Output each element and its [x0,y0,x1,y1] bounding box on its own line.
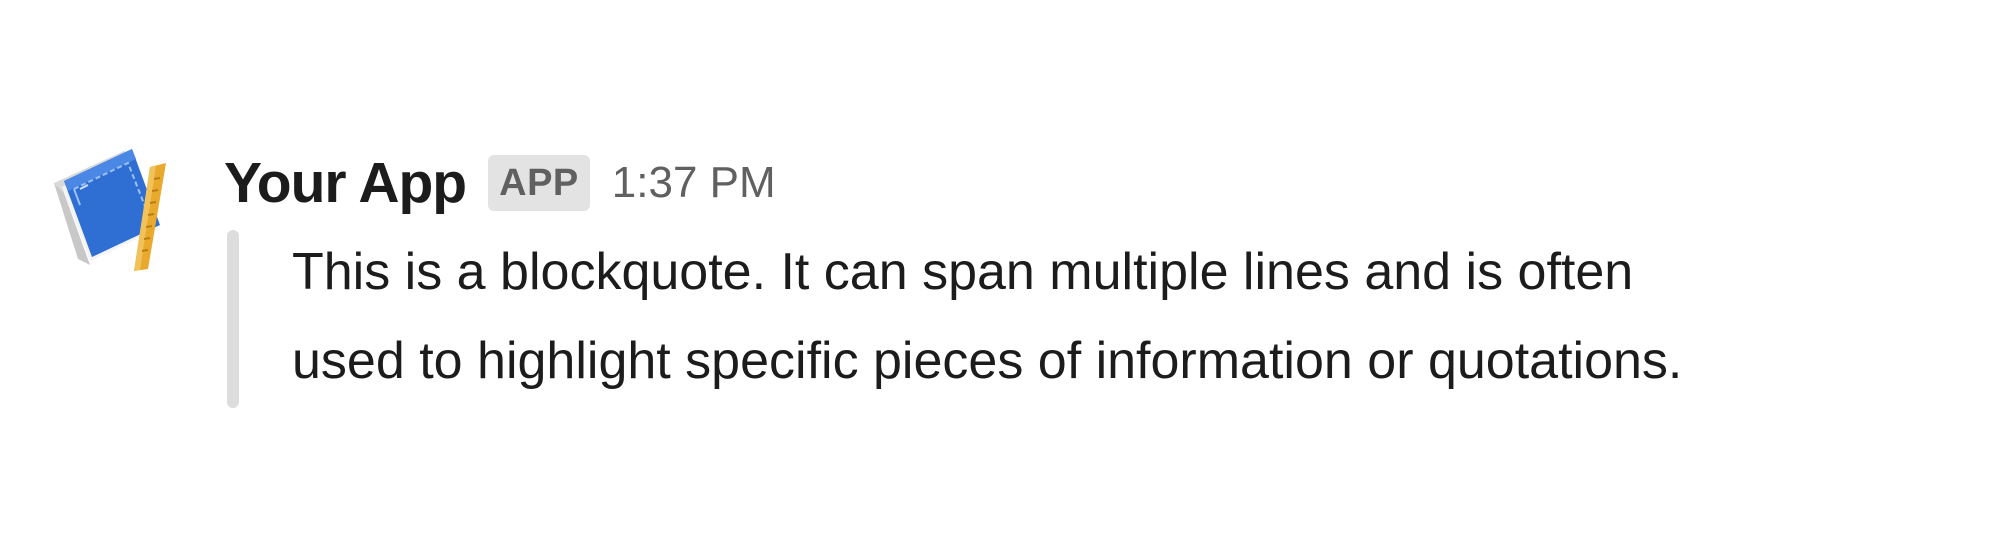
timestamp[interactable]: 1:37 PM [612,158,776,208]
message-header: Your App APP 1:37 PM [224,148,1964,218]
message-content: Your App APP 1:37 PM This is a blockquot… [224,148,1964,408]
avatar[interactable] [50,145,186,275]
app-badge: APP [488,155,590,211]
blueprint-book-icon [54,149,166,271]
blockquote-line: This is a blockquote. It can span multip… [292,243,1634,301]
message: Your App APP 1:37 PM This is a blockquot… [0,0,2000,559]
blockquote-text: This is a blockquote. It can span multip… [292,228,1964,406]
blockquote: This is a blockquote. It can span multip… [224,228,1964,408]
blockquote-line: used to highlight specific pieces of inf… [292,332,1683,390]
blockquote-bar [227,230,239,408]
sender-name[interactable]: Your App [224,150,467,216]
